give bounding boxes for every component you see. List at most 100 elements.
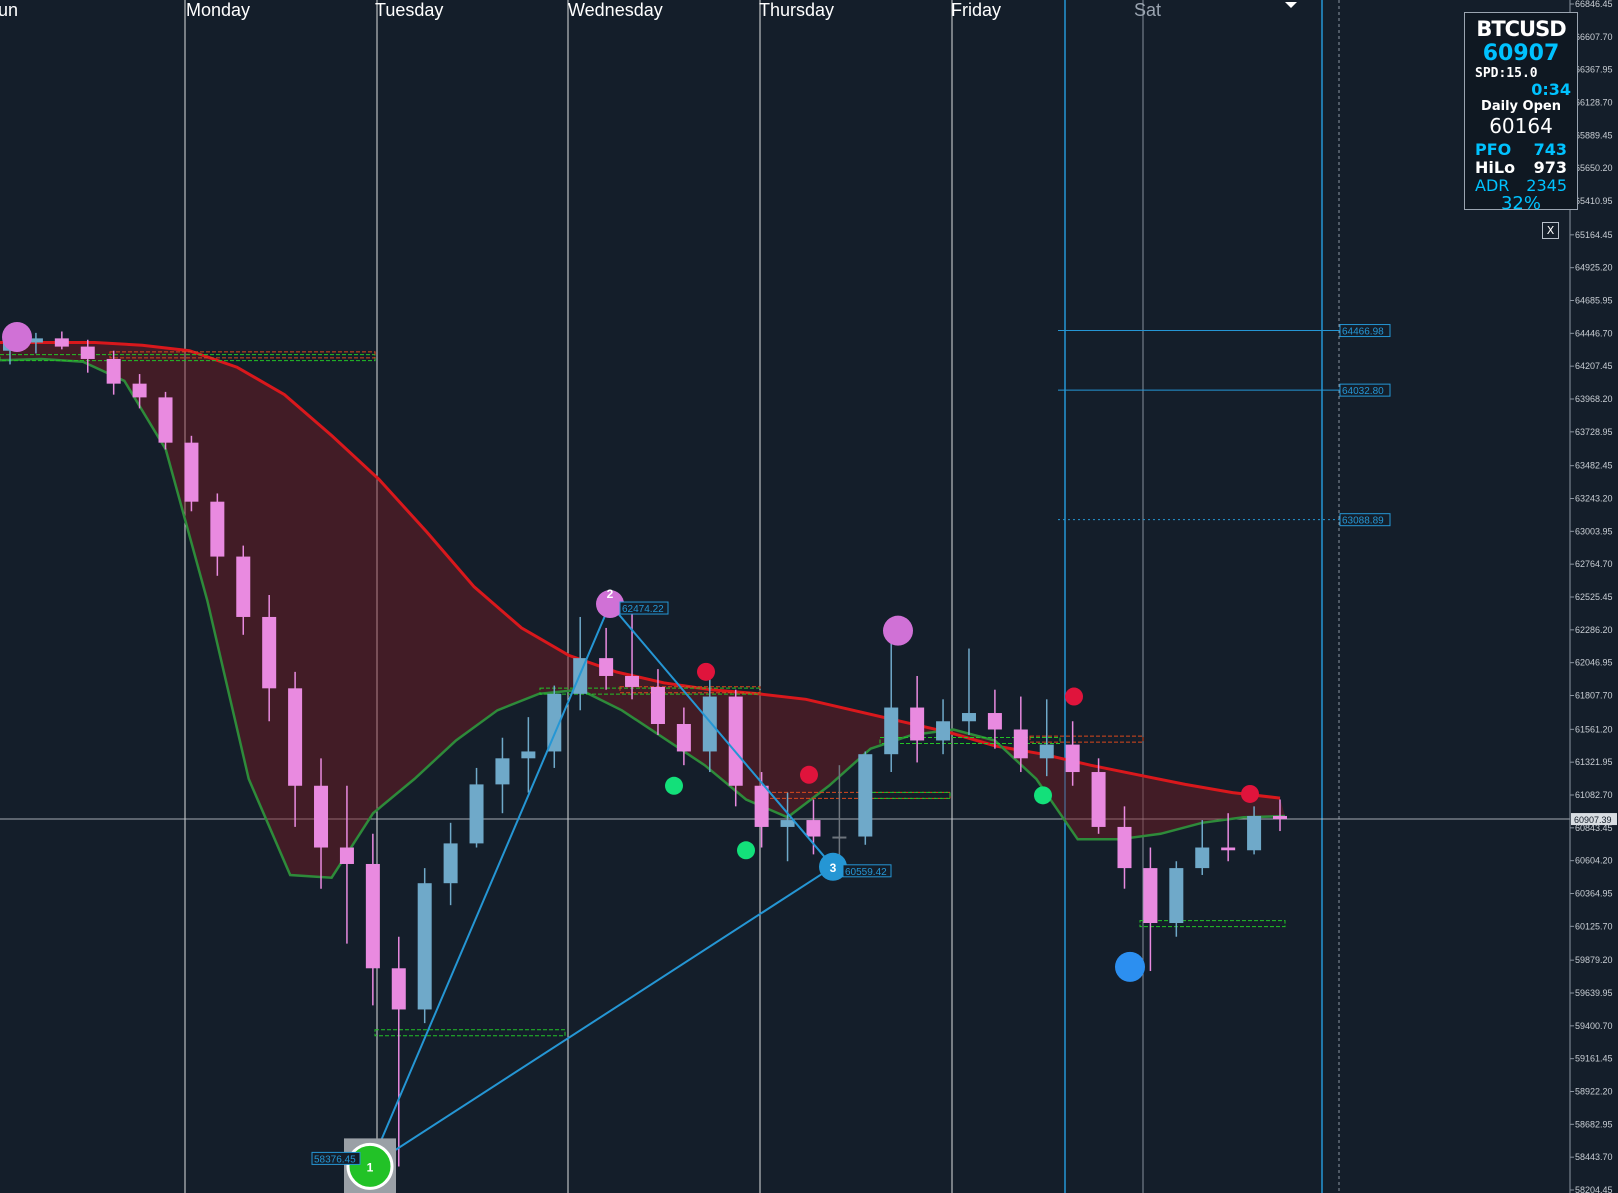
info-timer: 0:34: [1531, 80, 1571, 99]
y-tick-label-2: 66367.95: [1575, 65, 1613, 75]
zigzag-label-2: 60559.42: [845, 867, 887, 878]
candle-body-15: [391, 968, 406, 1010]
day-label-tuesday: Tuesday: [375, 0, 444, 20]
candle-body-18: [469, 784, 484, 844]
y-tick-label-34: 58682.95: [1575, 1119, 1613, 1129]
y-tick-label-16: 63003.95: [1575, 526, 1613, 536]
y-tick-label-35: 58443.70: [1575, 1152, 1613, 1162]
candle-body-6: [158, 397, 173, 443]
y-tick-label-24: 61082.70: [1575, 790, 1613, 800]
candle-body-30: [780, 820, 795, 827]
info-pfo-value: 743: [1533, 140, 1567, 159]
candle-body-24: [625, 675, 640, 687]
y-tick-label-9: 64685.95: [1575, 296, 1613, 306]
signal-dot-3: [800, 765, 818, 784]
signal-dot-8: [1034, 786, 1052, 805]
candle-body-42: [1091, 772, 1106, 827]
y-tick-label-15: 63243.20: [1575, 493, 1613, 503]
y-tick-label-19: 62286.20: [1575, 625, 1613, 635]
candle-body-44: [1143, 868, 1158, 923]
y-tick-label-5: 65650.20: [1575, 163, 1613, 173]
price-line-label-1: 64032.80: [1342, 386, 1384, 397]
candle-body-49: [1273, 815, 1287, 820]
candle-body-41: [1065, 744, 1080, 773]
info-panel: BTCUSD 60907 SPD:15.0 0:34 Daily Open 60…: [1464, 12, 1578, 214]
candle-body-45: [1169, 868, 1184, 923]
current-price-tag-label: 60907.39: [1574, 815, 1612, 825]
signal-dot-2: [697, 662, 715, 681]
y-tick-label-11: 64207.45: [1575, 361, 1613, 371]
signal-dot-6: [665, 776, 683, 795]
signal-dot-0: [2, 321, 32, 352]
candle-body-48: [1247, 815, 1262, 851]
info-adr-percent: 32%: [1500, 193, 1541, 214]
candle-body-47: [1221, 847, 1236, 851]
candle-body-19: [495, 758, 510, 785]
candle-body-3: [80, 346, 95, 359]
candle-body-46: [1195, 847, 1210, 869]
y-tick-label-4: 65889.45: [1575, 130, 1613, 140]
y-tick-label-28: 60125.70: [1575, 921, 1613, 931]
candle-body-17: [443, 843, 458, 884]
y-tick-label-36: 58204.45: [1575, 1185, 1613, 1193]
y-tick-label-21: 61807.70: [1575, 691, 1613, 701]
candle-body-35: [910, 707, 925, 741]
candle-body-26: [676, 724, 691, 752]
info-daily-open-label: Daily Open: [1481, 99, 1561, 114]
candle-body-16: [417, 883, 432, 1010]
candle-body-27: [702, 696, 717, 752]
y-tick-label-33: 58922.20: [1575, 1086, 1613, 1096]
y-tick-label-13: 63728.95: [1575, 427, 1613, 437]
y-tick-label-23: 61321.95: [1575, 757, 1613, 767]
day-label-thursday: Thursday: [759, 0, 835, 20]
y-tick-label-7: 65164.45: [1575, 230, 1613, 240]
zigzag-marker-number-2: 3: [830, 861, 837, 875]
price-chart[interactable]: 64466.98 64032.80 63088.89 1 58376.45 2 62474…: [0, 0, 1618, 1193]
close-panel-button[interactable]: X: [1542, 222, 1559, 239]
y-tick-label-18: 62525.45: [1575, 592, 1613, 602]
candle-body-11: [288, 688, 303, 786]
candle-body-38: [987, 713, 1002, 730]
y-tick-label-6: 65410.95: [1575, 196, 1613, 206]
y-tick-label-10: 64446.70: [1575, 328, 1613, 338]
candle-body-33: [858, 754, 873, 837]
info-hilo-label: HiLo: [1475, 158, 1516, 177]
info-daily-open-value: 60164: [1489, 114, 1553, 138]
signal-dot-9: [1115, 951, 1145, 982]
zigzag-marker-number-0: 1: [367, 1160, 374, 1174]
candle-body-8: [210, 501, 225, 557]
candle-body-5: [132, 383, 147, 398]
signal-dot-1: [883, 615, 913, 646]
y-tick-label-17: 62764.70: [1575, 559, 1613, 569]
y-tick-label-31: 59400.70: [1575, 1021, 1613, 1031]
candle-body-23: [599, 658, 614, 676]
candle-body-14: [365, 863, 380, 969]
y-tick-label-32: 59161.45: [1575, 1054, 1613, 1064]
candle-body-13: [339, 847, 354, 864]
candle-body-25: [650, 686, 665, 725]
day-label-monday: Monday: [186, 0, 251, 20]
candle-body-40: [1039, 744, 1054, 759]
candle-body-12: [314, 785, 329, 848]
candle-body-10: [262, 616, 277, 689]
candle-body-28: [728, 696, 743, 786]
candle-body-20: [521, 751, 536, 759]
candle-body-4: [106, 358, 121, 384]
day-label-wednesday: Wednesday: [568, 0, 663, 20]
candle-body-32: [832, 836, 847, 839]
info-pfo: PFO 743: [1469, 140, 1573, 159]
y-tick-label-8: 64925.20: [1575, 263, 1613, 273]
y-tick-label-14: 63482.45: [1575, 461, 1613, 471]
candle-body-37: [961, 713, 976, 722]
zigzag-label-1: 62474.22: [622, 604, 664, 615]
candle-body-34: [884, 707, 899, 755]
day-label-friday: Friday: [951, 0, 1002, 20]
info-hilo-value: 973: [1533, 158, 1567, 177]
candle-body-9: [236, 556, 251, 617]
signal-dot-5: [1241, 784, 1259, 803]
price-line-label-2: 63088.89: [1342, 516, 1384, 527]
y-tick-label-29: 59879.20: [1575, 955, 1613, 965]
y-tick-label-22: 61561.20: [1575, 724, 1613, 734]
candle-body-43: [1117, 826, 1132, 869]
y-tick-label-26: 60604.20: [1575, 856, 1613, 866]
